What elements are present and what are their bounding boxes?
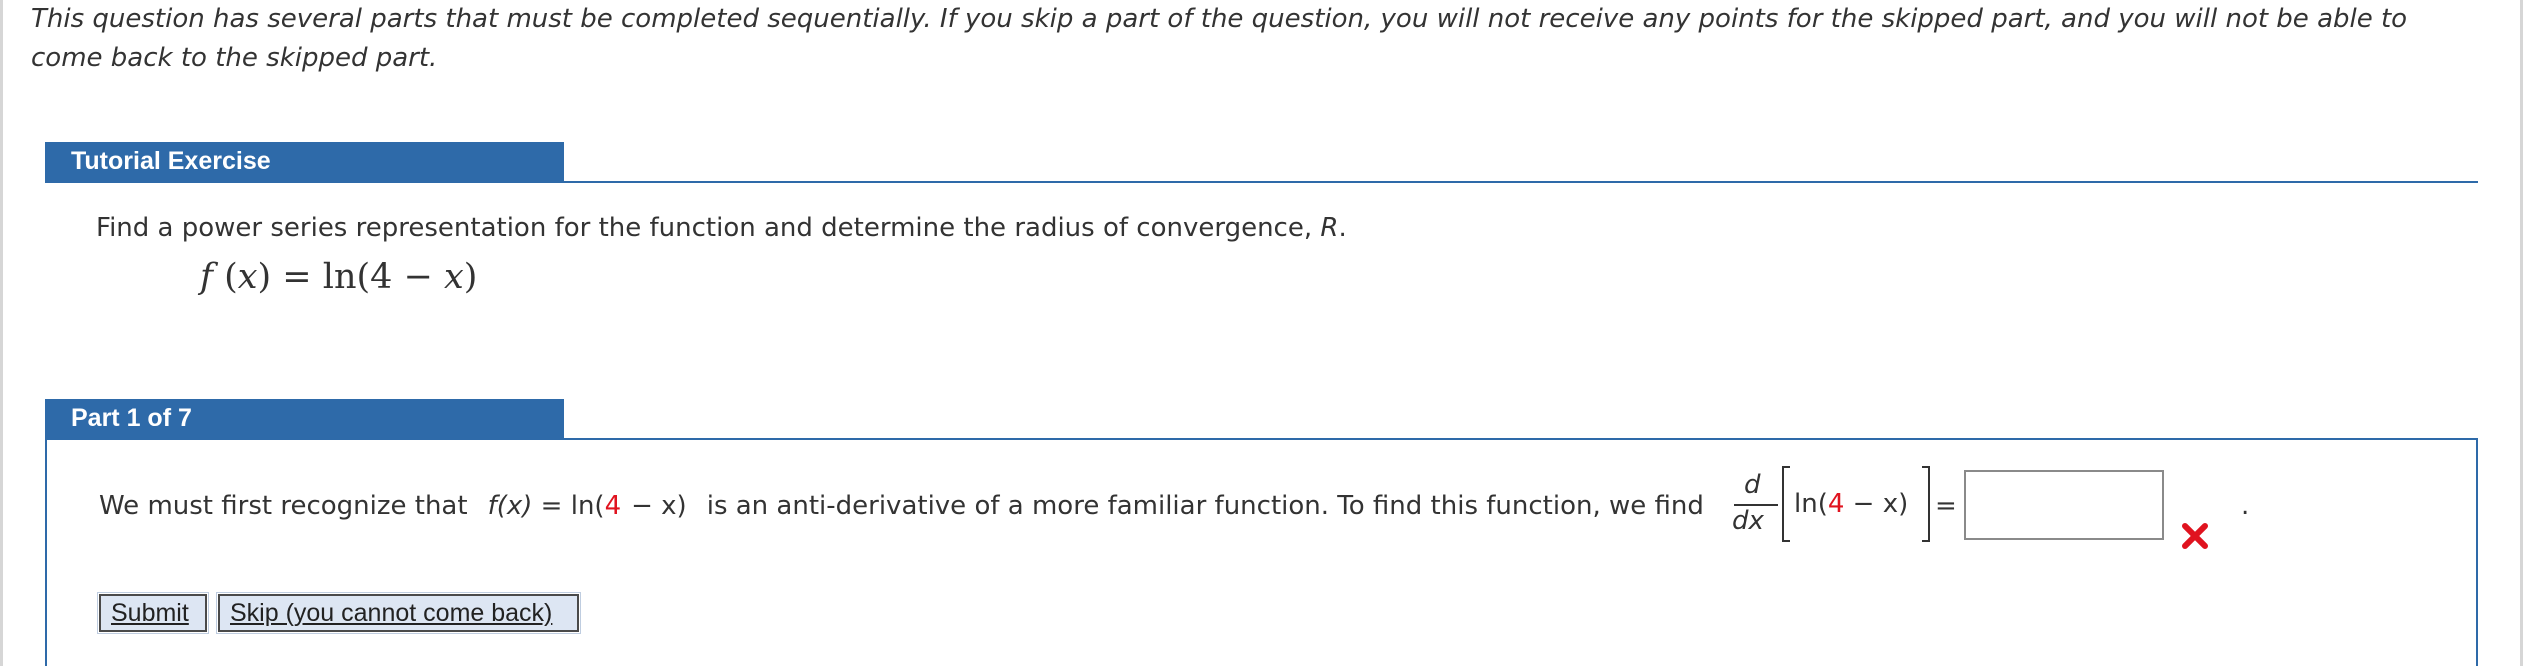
right-bracket xyxy=(1922,466,1930,542)
sentence-period: . xyxy=(2241,491,2250,521)
part-instruction: We must first recognize that f(x) = ln(4−… xyxy=(99,486,1704,526)
part-minus-x: − x) xyxy=(631,491,687,521)
part-highlight-four: 4 xyxy=(604,491,622,521)
answer-input[interactable] xyxy=(1964,470,2164,540)
deriv-numerator: d xyxy=(1744,470,1761,500)
part-text-before: We must first recognize that xyxy=(99,491,468,521)
left-bracket xyxy=(1782,466,1790,542)
formula-x: x xyxy=(237,257,258,297)
formula-equals: = xyxy=(282,257,312,297)
submit-button[interactable]: Submit xyxy=(97,592,209,634)
part-equals: = xyxy=(540,491,563,521)
formula-x2: x xyxy=(444,257,464,297)
bracket-highlight-four: 4 xyxy=(1827,489,1845,519)
tutorial-question: Find a power series representation for t… xyxy=(96,208,1347,248)
answer-equals-sign: = xyxy=(1935,491,1957,521)
tutorial-exercise-header: Tutorial Exercise xyxy=(45,142,564,181)
part-header: Part 1 of 7 xyxy=(45,399,564,438)
part-fx: f(x) xyxy=(487,491,533,521)
part-text-middle: is an anti-derivative of a more familiar… xyxy=(706,491,1704,521)
question-text: Find a power series representation for t… xyxy=(96,213,1321,243)
derivative-operator: d dx xyxy=(1732,470,1780,542)
formula-ln: ln xyxy=(322,257,357,297)
tutorial-header-rule xyxy=(45,181,2478,183)
formula-four: 4 xyxy=(370,257,393,297)
bracket-minus-x: − x) xyxy=(1852,489,1909,519)
function-formula: f (x) = ln(4 − x) xyxy=(200,257,478,297)
question-period: . xyxy=(1338,213,1347,243)
deriv-denominator: dx xyxy=(1732,506,1764,536)
red-x-icon xyxy=(2182,523,2208,549)
bracket-ln-open: ln( xyxy=(1794,489,1828,519)
question-variable: R xyxy=(1320,213,1339,243)
skip-button[interactable]: Skip (you cannot come back) xyxy=(216,592,581,634)
formula-minus: − xyxy=(403,257,433,297)
bracket-inner: ln(4 − x) xyxy=(1794,484,1908,524)
part-ln-open: ln( xyxy=(570,491,605,521)
sequential-instructions: This question has several parts that mus… xyxy=(31,4,2408,73)
formula-f: f xyxy=(200,257,213,297)
